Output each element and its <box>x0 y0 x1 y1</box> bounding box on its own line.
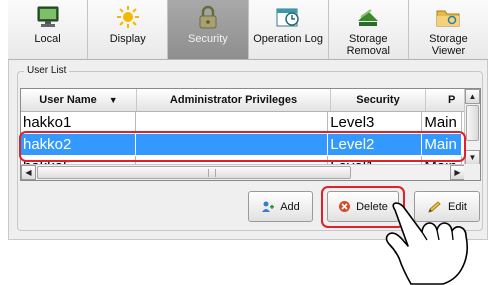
tab-label: Security <box>188 33 228 45</box>
pointing-hand-icon <box>385 202 468 285</box>
column-header-p[interactable]: P <box>426 89 466 111</box>
sun-icon <box>113 6 143 28</box>
scroll-down-icon[interactable]: ▼ <box>465 150 480 165</box>
tab-label: Storage Viewer <box>429 33 468 57</box>
table-row[interactable]: hakko1 Level3 Main <box>21 112 462 133</box>
tab-storage-removal[interactable]: Storage Removal <box>328 0 409 59</box>
scrollbar-corner <box>464 164 480 180</box>
horizontal-scrollbar[interactable]: ◀ ▶ <box>21 164 466 180</box>
tab-display[interactable]: Display <box>88 0 169 59</box>
user-list-title: User List <box>24 65 70 76</box>
scroll-up-icon[interactable]: ▲ <box>465 89 480 104</box>
selected-row-highlight <box>19 131 466 162</box>
sort-arrow-icon: ▼ <box>108 95 118 105</box>
storage-eject-icon <box>353 6 383 28</box>
column-header-security[interactable]: Security <box>331 89 426 111</box>
tab-security[interactable]: Security <box>168 0 249 59</box>
tab-label: Display <box>109 33 146 45</box>
tab-label: Operation Log <box>253 33 323 45</box>
add-button[interactable]: Add <box>248 191 313 222</box>
folder-icon <box>433 6 463 28</box>
tab-operation-log[interactable]: Operation Log <box>248 0 329 59</box>
cell-security: Level3 <box>328 112 423 133</box>
add-user-icon <box>262 201 275 212</box>
tab-local[interactable]: Local <box>8 0 89 59</box>
tab-bar: Local Display Security Operation Log Sto… <box>8 0 489 60</box>
column-header-user-name[interactable]: User Name ▼ <box>21 89 137 111</box>
scroll-left-icon[interactable]: ◀ <box>21 165 36 180</box>
tab-label: Local <box>34 33 61 45</box>
cell-user-name: hakko1 <box>21 112 136 133</box>
table-header: User Name ▼ Administrator Privileges Sec… <box>21 89 480 112</box>
cell-p: Main <box>422 112 462 133</box>
horizontal-scroll-thumb[interactable] <box>37 166 351 179</box>
clock-calendar-icon <box>273 6 303 28</box>
cell-admin <box>135 112 329 133</box>
tab-label: Storage Removal <box>346 33 390 57</box>
vertical-scrollbar[interactable]: ▲ ▼ <box>464 89 480 166</box>
padlock-icon <box>193 5 223 29</box>
tab-storage-viewer[interactable]: Storage Viewer <box>408 0 489 59</box>
column-header-admin[interactable]: Administrator Privileges <box>137 89 331 111</box>
vertical-scroll-thumb[interactable] <box>466 105 479 141</box>
scroll-right-icon[interactable]: ▶ <box>450 165 465 180</box>
monitor-icon <box>33 6 63 28</box>
